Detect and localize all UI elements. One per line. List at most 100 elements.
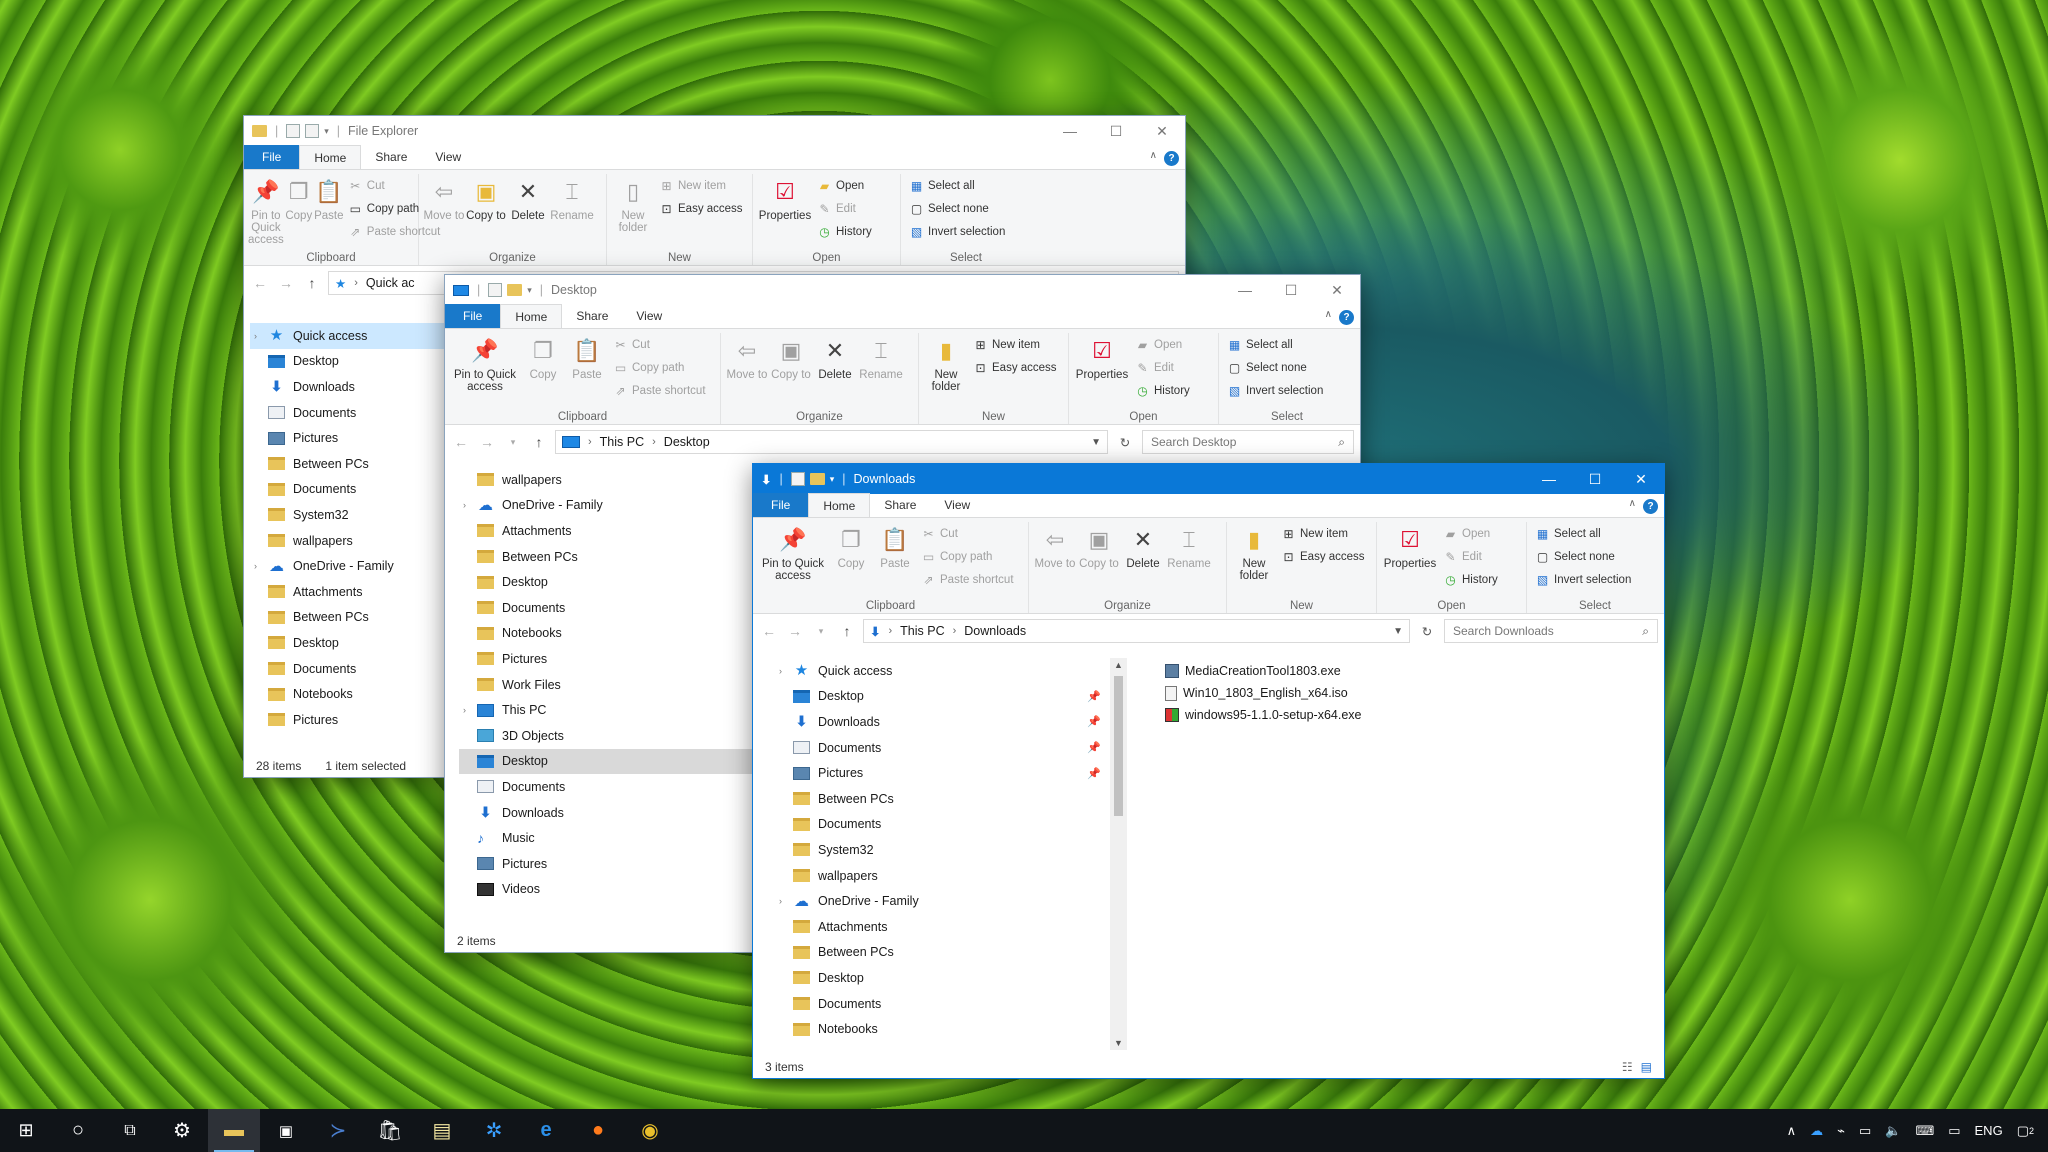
history-button[interactable]: ◷ History [1443, 570, 1498, 590]
new-folder-qat-icon[interactable] [809, 473, 825, 485]
expand-chevron-icon[interactable]: › [779, 666, 793, 676]
nav-item[interactable]: › ★ Quick access [250, 323, 444, 349]
refresh-icon[interactable]: ↻ [1114, 435, 1136, 450]
search-input[interactable]: Search Desktop ⌕ [1142, 430, 1354, 454]
close-button[interactable]: ✕ [1139, 116, 1185, 146]
nav-item[interactable]: wallpapers [775, 863, 1107, 889]
expand-chevron-icon[interactable]: › [779, 896, 793, 906]
file-item[interactable]: Win10_1803_English_x64.iso [1165, 682, 1635, 704]
start-button[interactable]: ⊞ [0, 1109, 52, 1152]
taskbar-edge[interactable]: e [520, 1109, 572, 1152]
tab-share[interactable]: Share [870, 493, 930, 517]
chevron-down-icon[interactable]: ▾ [324, 126, 329, 137]
large-icons-view-icon[interactable]: ▤ [1641, 1060, 1652, 1074]
title-bar[interactable]: | ▾ | Desktop — ☐ ✕ [445, 275, 1360, 305]
forward-icon[interactable]: → [276, 275, 296, 291]
help-icon[interactable]: ? [1643, 499, 1658, 514]
tab-share[interactable]: Share [361, 145, 421, 169]
easy-access-button[interactable]: ⊡ Easy access [1281, 547, 1364, 567]
pin-icon[interactable]: 📌 [1087, 690, 1101, 703]
taskbar-firefox[interactable]: ● [572, 1109, 624, 1152]
back-icon[interactable]: ← [759, 623, 779, 639]
forward-icon[interactable]: → [785, 623, 805, 639]
history-button[interactable]: ◷ History [1135, 381, 1190, 401]
nav-item[interactable]: Desktop [775, 965, 1107, 991]
nav-item[interactable]: Attachments [459, 518, 753, 544]
nav-item[interactable]: Documents [775, 812, 1107, 838]
nav-item[interactable]: Desktop [459, 569, 753, 595]
tab-share[interactable]: Share [562, 304, 622, 328]
usb-icon[interactable]: ⌁ [1837, 1123, 1845, 1139]
nav-item[interactable]: Work Files [459, 672, 753, 698]
address-crumb[interactable]: Quick ac [366, 276, 415, 290]
help-icon[interactable]: ? [1164, 151, 1179, 166]
invert-selection-button[interactable]: ▧ Invert selection [1535, 570, 1632, 590]
show-hidden-icons-icon[interactable]: ∧ [1787, 1123, 1797, 1139]
file-item[interactable]: MediaCreationTool1803.exe [1165, 660, 1635, 682]
address-bar[interactable]: ⬇ › This PC › Downloads ▼ [863, 619, 1410, 643]
nav-item[interactable]: Notebooks [459, 621, 753, 647]
network-icon[interactable]: ▭ [1859, 1123, 1871, 1139]
taskbar-chrome[interactable]: ◉ [624, 1109, 676, 1152]
history-button[interactable]: ◷ History [817, 222, 872, 242]
close-button[interactable]: ✕ [1618, 464, 1664, 494]
nav-item[interactable]: Between PCs [775, 786, 1107, 812]
cut-button[interactable]: ✂ Cut [613, 335, 706, 355]
back-icon[interactable]: ← [451, 434, 471, 450]
select-all-button[interactable]: ▦ Select all [1227, 335, 1323, 355]
paste-shortcut-button[interactable]: ⇗ Paste shortcut [921, 570, 1013, 590]
expand-chevron-icon[interactable]: › [463, 705, 477, 715]
select-none-button[interactable]: ▢ Select none [1227, 358, 1323, 378]
easy-access-button[interactable]: ⊡ Easy access [659, 199, 742, 219]
tab-view[interactable]: View [930, 493, 984, 517]
expand-chevron-icon[interactable]: › [254, 331, 268, 341]
help-icon[interactable]: ? [1339, 310, 1354, 325]
tab-view[interactable]: View [421, 145, 475, 169]
tab-file[interactable]: File [445, 304, 501, 328]
taskbar-powershell[interactable]: ≻ [312, 1109, 364, 1152]
pin-icon[interactable]: 📌 [1087, 767, 1101, 780]
nav-item[interactable]: ⬇ Downloads [459, 800, 753, 826]
up-icon[interactable]: ↑ [529, 434, 549, 450]
tab-home[interactable]: Home [500, 304, 563, 328]
tab-view[interactable]: View [622, 304, 676, 328]
copy-path-button[interactable]: ▭ Copy path [921, 547, 1014, 567]
taskbar-terminal[interactable]: ▣ [260, 1109, 312, 1152]
file-item[interactable]: windows95-1.1.0-setup-x64.exe [1165, 704, 1635, 726]
nav-item[interactable]: Documents [250, 477, 444, 503]
expand-chevron-icon[interactable]: › [463, 500, 477, 510]
open-button[interactable]: ▰ Open [1135, 335, 1190, 355]
nav-item[interactable]: › ☁ OneDrive - Family [250, 553, 444, 579]
tab-home[interactable]: Home [808, 493, 871, 517]
nav-item[interactable]: Documents [459, 595, 753, 621]
edit-button[interactable]: ✎ Edit [1135, 358, 1190, 378]
properties-qat-icon[interactable] [286, 124, 301, 138]
invert-selection-button[interactable]: ▧ Invert selection [1227, 381, 1324, 401]
nav-item[interactable]: Desktop [459, 748, 753, 775]
tab-file[interactable]: File [244, 145, 300, 169]
taskbar-visual-studio[interactable]: ✲ [468, 1109, 520, 1152]
up-icon[interactable]: ↑ [302, 275, 322, 291]
nav-item[interactable]: Documents [250, 400, 444, 426]
task-view-button[interactable]: ⧉ [104, 1109, 156, 1152]
cortana-button[interactable]: ○ [52, 1109, 104, 1152]
nav-item[interactable]: Between PCs [775, 940, 1107, 966]
nav-item[interactable]: Pictures [250, 707, 444, 733]
select-all-button[interactable]: ▦ Select all [1535, 524, 1631, 544]
details-view-icon[interactable]: ☷ [1622, 1060, 1633, 1074]
nav-item[interactable]: System32 [250, 502, 444, 528]
copy-path-button[interactable]: ▭ Copy path [613, 358, 706, 378]
nav-item[interactable]: › ☁ OneDrive - Family [459, 493, 753, 519]
collapse-ribbon-icon[interactable]: ∧ [1150, 150, 1157, 161]
taskbar-settings[interactable]: ⚙ [156, 1109, 208, 1152]
nav-item[interactable]: Documents [775, 991, 1107, 1017]
new-item-button[interactable]: ⊞ New item [659, 176, 743, 196]
chevron-down-icon[interactable]: ▾ [830, 474, 835, 485]
nav-item[interactable]: Notebooks [250, 681, 444, 707]
keyboard-icon[interactable]: ⌨ [1915, 1123, 1934, 1139]
nav-item[interactable]: Between PCs [250, 605, 444, 631]
nav-item[interactable]: Desktop [250, 349, 444, 375]
nav-item[interactable]: 3D Objects [459, 723, 753, 749]
nav-item[interactable]: ⬇ Downloads 📌 [775, 709, 1107, 735]
pin-icon[interactable]: 📌 [1087, 741, 1101, 754]
